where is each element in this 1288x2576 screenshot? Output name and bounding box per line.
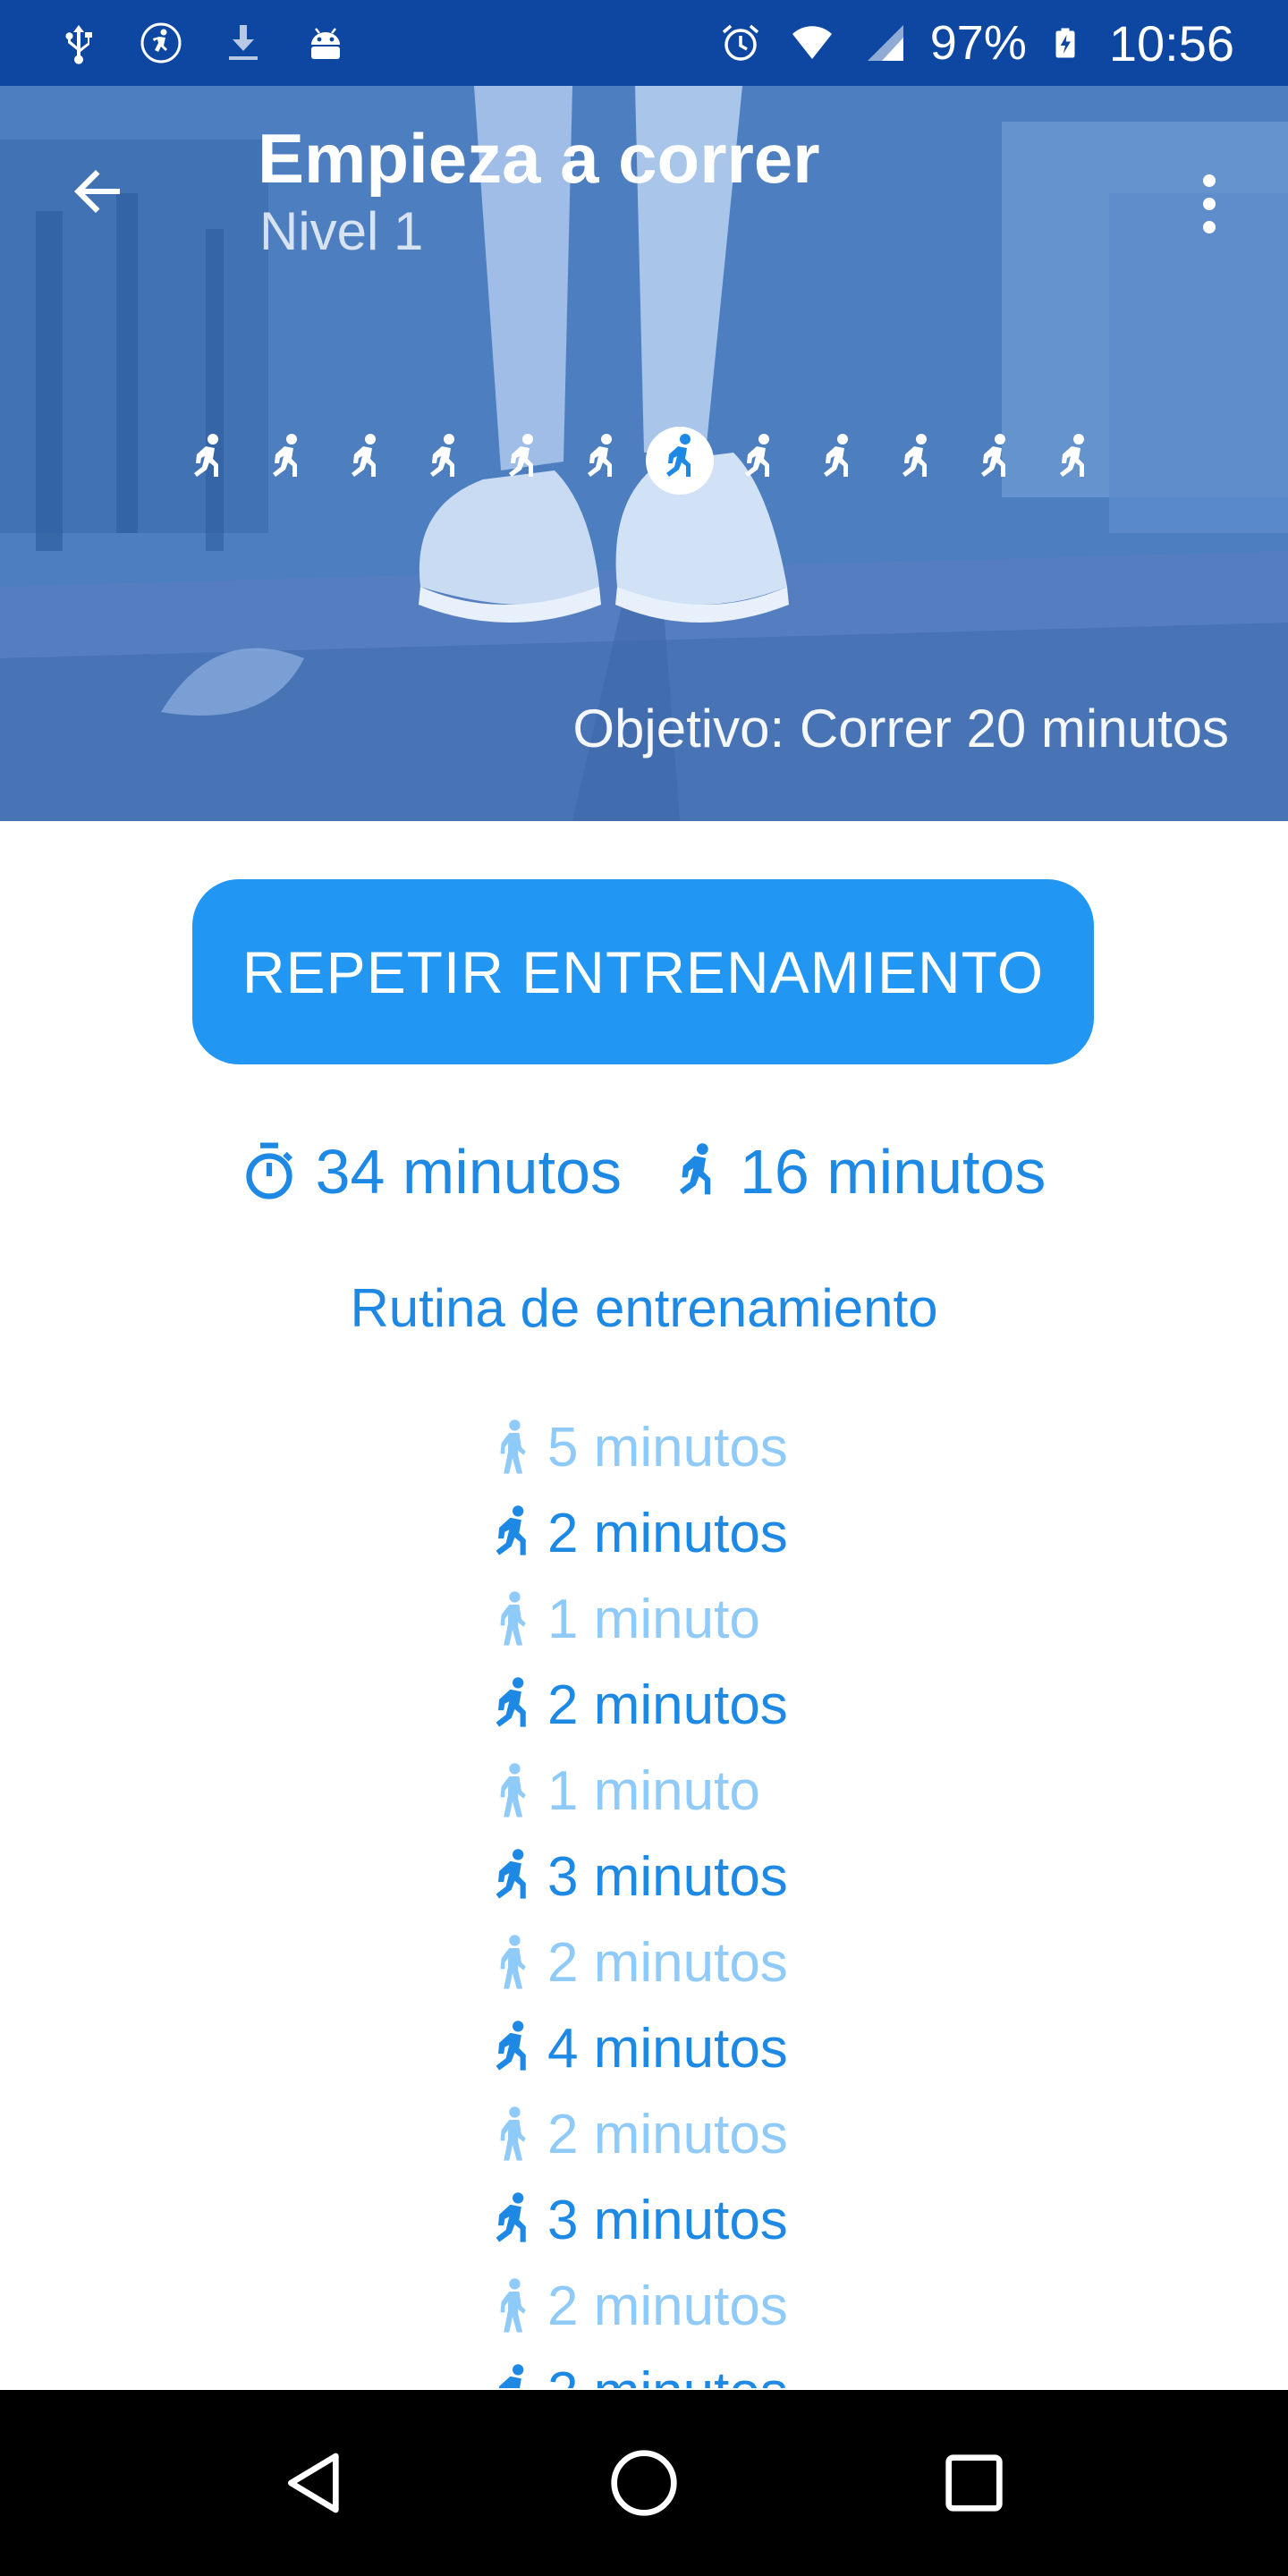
- session-icon[interactable]: [824, 434, 848, 477]
- session-icon[interactable]: [981, 434, 1005, 477]
- routine-step-label: 2 minutos: [547, 1674, 788, 1736]
- signal-icon: [867, 25, 903, 61]
- run-icon: [679, 1143, 711, 1195]
- routine-run-step: 3 minutos: [490, 1834, 788, 1919]
- run-icon: [499, 2364, 524, 2388]
- nav-back-icon: [288, 2453, 339, 2513]
- run-icon: [496, 1677, 526, 1727]
- nav-home-button[interactable]: [590, 2429, 698, 2537]
- session-icon[interactable]: [430, 434, 454, 477]
- objective-text: Objetivo: Correr 20 minutos: [572, 699, 1229, 758]
- navigation-bar: [0, 2390, 1288, 2576]
- routine-step-label: 4 minutos: [547, 2017, 788, 2080]
- session-icon[interactable]: [1060, 434, 1084, 477]
- routine-step-label: 2 minutos: [547, 2360, 788, 2389]
- nav-home-icon: [611, 2450, 677, 2516]
- routine-run-step: 2 minutos: [490, 1490, 788, 1576]
- routine-walk-step: 1 minuto: [490, 1576, 760, 1662]
- running-app-icon: [140, 22, 182, 64]
- page-title: Empieza a correr: [258, 119, 820, 198]
- download-icon: [229, 25, 258, 60]
- routine-walk-step: 2 minutos: [490, 2263, 788, 2349]
- routine-walk-step: 2 minutos: [490, 1919, 788, 2005]
- routine-list: 5 minutos 2 minutos 1 minuto 2 minutos 1 min…: [0, 1404, 1288, 2388]
- routine-run-step: 2 minutos: [490, 1662, 788, 1748]
- routine-step-label: 3 minutos: [547, 2189, 788, 2251]
- battery-percent: 97%: [929, 16, 1027, 70]
- nav-recents-icon: [945, 2454, 1003, 2512]
- nav-back-button[interactable]: [261, 2429, 369, 2537]
- routine-run-step: 2 minutos: [490, 2349, 788, 2388]
- routine-title: Rutina de entrenamiento: [350, 1278, 938, 1338]
- session-icon[interactable]: [194, 434, 218, 477]
- session-progress-track: [194, 427, 1084, 495]
- walk-icon: [500, 1935, 526, 1989]
- routine-step-label: 1 minuto: [547, 1588, 760, 1650]
- session-icon[interactable]: [745, 434, 769, 477]
- routine-walk-step: 1 minuto: [490, 1748, 760, 1834]
- back-button[interactable]: [55, 148, 141, 234]
- workout-stats: 34 minutos 16 minutos: [0, 1127, 1288, 1216]
- routine-run-step: 4 minutos: [490, 2005, 788, 2091]
- arrow-back-icon: [74, 170, 120, 213]
- header-banner: Empieza a correr Nivel 1 Objetivo: Corre…: [0, 86, 1288, 821]
- status-bar: 97% 10:56: [0, 0, 1288, 86]
- routine-step-label: 2 minutos: [547, 2275, 788, 2337]
- walk-icon: [500, 1591, 526, 1646]
- session-icon[interactable]: [509, 434, 533, 477]
- routine-step-label: 1 minuto: [547, 1759, 760, 1822]
- walk-icon: [500, 1419, 526, 1474]
- session-icon[interactable]: [902, 434, 927, 477]
- usb-icon: [65, 25, 92, 64]
- routine-walk-step: 2 minutos: [490, 2091, 788, 2177]
- routine-walk-step: 5 minutos: [490, 1404, 788, 1490]
- run-icon: [496, 1849, 526, 1899]
- run-icon: [496, 2192, 526, 2242]
- nav-recents-button[interactable]: [920, 2429, 1028, 2537]
- routine-step-label: 2 minutos: [547, 1931, 788, 1994]
- run-icon: [496, 2021, 526, 2071]
- clock: 10:56: [1108, 14, 1234, 72]
- routine-step-label: 3 minutos: [547, 1845, 788, 1908]
- session-current-icon[interactable]: [646, 427, 714, 495]
- wifi-icon: [792, 26, 832, 59]
- routine-run-step: 3 minutos: [490, 2177, 788, 2263]
- battery-charging-icon: [1055, 28, 1075, 58]
- run-icon: [496, 1505, 526, 1555]
- routine-step-label: 2 minutos: [547, 1502, 788, 1564]
- alarm-icon: [722, 24, 758, 61]
- session-icon[interactable]: [588, 434, 612, 477]
- session-icon[interactable]: [352, 434, 376, 477]
- status-left-icons: [57, 21, 347, 64]
- walk-icon: [500, 1763, 526, 1818]
- status-right-icons: 97% 10:56: [719, 14, 1234, 72]
- walk-icon: [500, 2278, 526, 2333]
- routine-step-label: 2 minutos: [547, 2103, 788, 2165]
- more-vert-icon: [1203, 174, 1216, 233]
- android-debug-icon: [311, 28, 340, 59]
- repeat-workout-button[interactable]: REPETIR ENTRENAMIENTO: [192, 879, 1094, 1064]
- run-time: 16 minutos: [740, 1137, 1046, 1207]
- stopwatch-icon: [245, 1142, 292, 1199]
- total-time: 34 minutos: [315, 1137, 622, 1207]
- level-subtitle: Nivel 1: [259, 201, 424, 261]
- session-icon[interactable]: [273, 434, 297, 477]
- more-options-button[interactable]: [1177, 150, 1241, 258]
- walk-icon: [500, 2106, 526, 2161]
- routine-step-label: 5 minutos: [547, 1416, 788, 1479]
